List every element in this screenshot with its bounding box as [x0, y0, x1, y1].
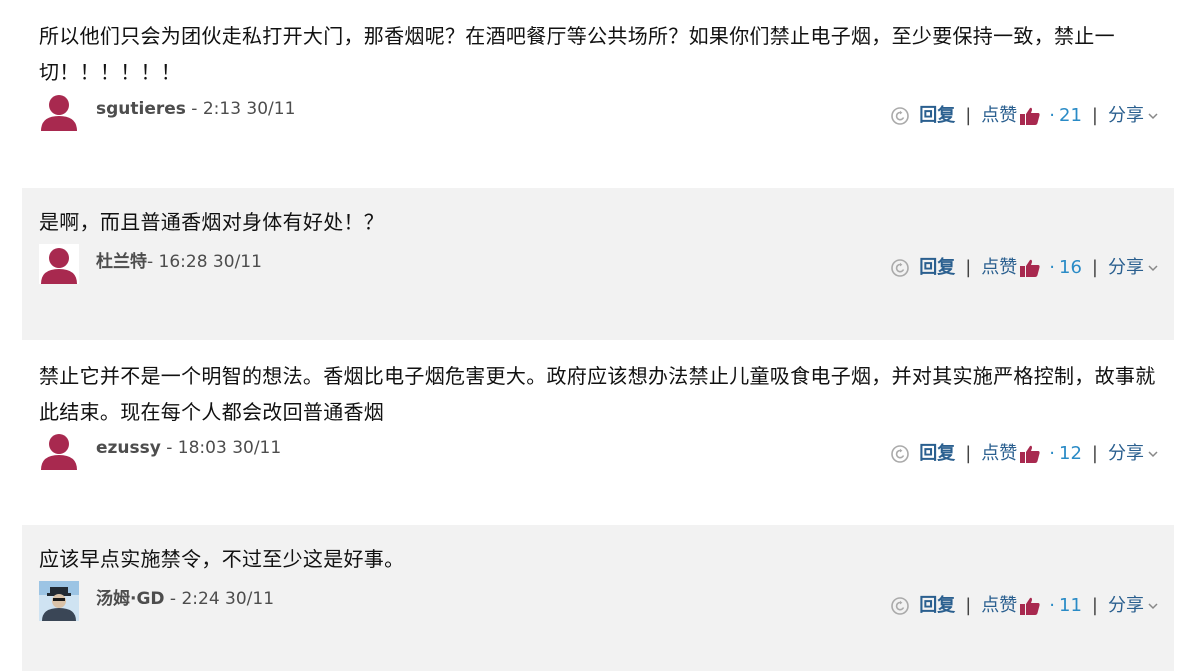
avatar[interactable] [39, 244, 79, 284]
separator: | [965, 257, 972, 278]
chevron-down-icon[interactable] [1148, 450, 1158, 458]
comment-timestamp: - 2:13 30/11 [185, 99, 296, 119]
comment-timestamp: - 18:03 30/11 [160, 438, 282, 458]
separator: | [965, 105, 972, 126]
user-silhouette-icon [39, 91, 79, 131]
comment-actions: 回复 | 点赞 · 12 | 分享 [891, 442, 1158, 466]
separator: | [1091, 595, 1098, 616]
author-line: 汤姆·GD - 2:24 30/11 [96, 587, 274, 611]
user-photo-icon [39, 581, 79, 621]
like-count-prefix: · [1049, 105, 1056, 126]
share-button[interactable]: 分享 [1108, 104, 1144, 128]
chevron-down-icon[interactable] [1148, 112, 1158, 120]
reply-icon[interactable] [891, 597, 910, 615]
reply-icon[interactable] [891, 445, 910, 463]
user-silhouette-icon [39, 244, 79, 284]
like-count: 11 [1059, 595, 1082, 616]
user-silhouette-icon [39, 430, 79, 470]
like-count-prefix: · [1049, 595, 1056, 616]
share-button[interactable]: 分享 [1108, 442, 1144, 466]
separator: | [1091, 257, 1098, 278]
chevron-down-icon[interactable] [1148, 602, 1158, 610]
author-name[interactable]: 杜兰特 [96, 252, 147, 272]
comment-timestamp: - 2:24 30/11 [164, 589, 275, 609]
comment-text: 所以他们只会为团伙走私打开大门，那香烟呢？在酒吧餐厅等公共场所？如果你们禁止电子… [39, 24, 1115, 84]
like-button[interactable]: 点赞 [981, 594, 1017, 618]
separator: | [965, 595, 972, 616]
comment-actions: 回复 | 点赞 · 16 | 分享 [891, 256, 1158, 280]
reply-icon[interactable] [891, 259, 910, 277]
comment-actions: 回复 | 点赞 · 21 | 分享 [891, 104, 1158, 128]
thumbs-up-icon[interactable] [1020, 445, 1040, 463]
like-button[interactable]: 点赞 [981, 256, 1017, 280]
reply-button[interactable]: 回复 [919, 104, 955, 128]
separator: | [1091, 105, 1098, 126]
reply-button[interactable]: 回复 [919, 594, 955, 618]
thumbs-up-icon[interactable] [1020, 107, 1040, 125]
author-name[interactable]: 汤姆·GD [96, 589, 165, 609]
avatar[interactable] [39, 581, 79, 621]
comment-timestamp: - 16:28 30/11 [147, 252, 262, 272]
like-count-prefix: · [1049, 257, 1056, 278]
like-button[interactable]: 点赞 [981, 442, 1017, 466]
comment-text: 禁止它并不是一个明智的想法。香烟比电子烟危害更大。政府应该想办法禁止儿童吸食电子… [39, 364, 1156, 424]
comment-item: 应该早点实施禁令，不过至少这是好事。 汤姆·GD - 2:24 30/11 回复… [22, 525, 1174, 671]
separator: | [965, 443, 972, 464]
share-button[interactable]: 分享 [1108, 594, 1144, 618]
author-line: 杜兰特- 16:28 30/11 [96, 250, 262, 274]
author-line: sgutieres - 2:13 30/11 [96, 97, 295, 121]
like-count: 12 [1059, 443, 1082, 464]
chevron-down-icon[interactable] [1148, 264, 1158, 272]
author-name[interactable]: ezussy [96, 438, 161, 458]
avatar[interactable] [39, 430, 79, 470]
thumbs-up-icon[interactable] [1020, 259, 1040, 277]
share-button[interactable]: 分享 [1108, 256, 1144, 280]
thumbs-up-icon[interactable] [1020, 597, 1040, 615]
like-button[interactable]: 点赞 [981, 104, 1017, 128]
comment-text: 是啊，而且普通香烟对身体有好处！？ [39, 210, 385, 234]
like-count: 16 [1059, 257, 1082, 278]
avatar[interactable] [39, 91, 79, 131]
author-name[interactable]: sgutieres [96, 99, 186, 119]
comment-item: 是啊，而且普通香烟对身体有好处！？ 杜兰特- 16:28 30/11 回复 | … [22, 188, 1174, 340]
comment-item: 禁止它并不是一个明智的想法。香烟比电子烟危害更大。政府应该想办法禁止儿童吸食电子… [22, 340, 1174, 520]
separator: | [1091, 443, 1098, 464]
reply-icon[interactable] [891, 107, 910, 125]
comment-text: 应该早点实施禁令，不过至少这是好事。 [39, 547, 405, 571]
like-count-prefix: · [1049, 443, 1056, 464]
author-line: ezussy - 18:03 30/11 [96, 436, 281, 460]
like-count: 21 [1059, 105, 1082, 126]
comment-item: 所以他们只会为团伙走私打开大门，那香烟呢？在酒吧餐厅等公共场所？如果你们禁止电子… [22, 0, 1174, 180]
reply-button[interactable]: 回复 [919, 256, 955, 280]
reply-button[interactable]: 回复 [919, 442, 955, 466]
comment-actions: 回复 | 点赞 · 11 | 分享 [891, 594, 1158, 618]
